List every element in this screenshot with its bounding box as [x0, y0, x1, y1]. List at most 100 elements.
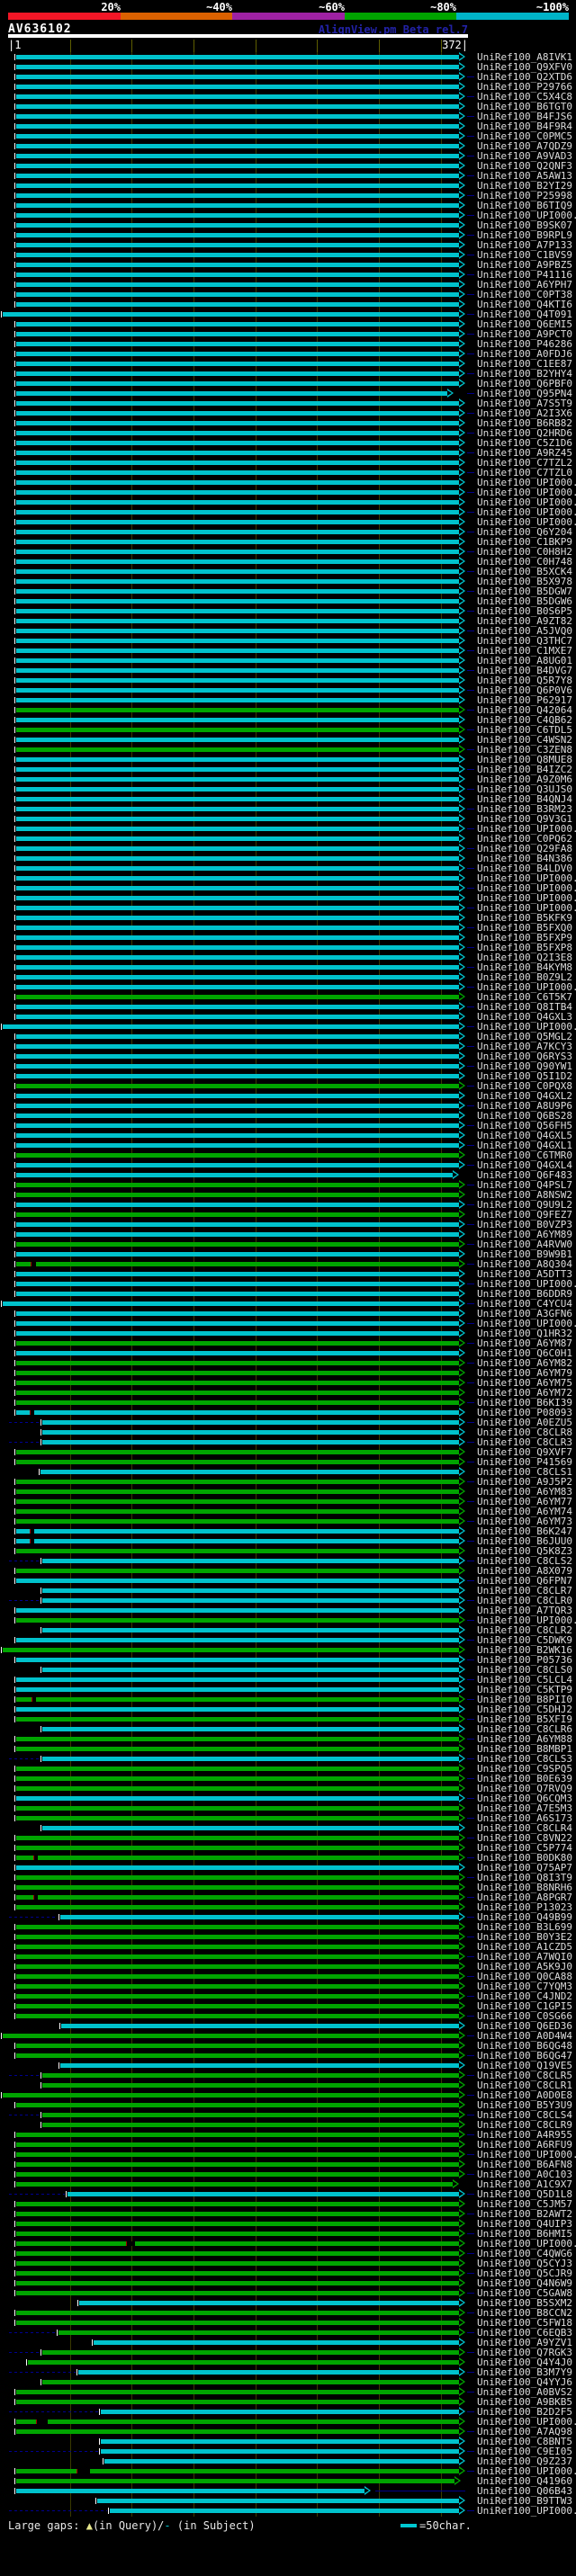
- alignment-bar[interactable]: [16, 846, 459, 851]
- alignment-bar[interactable]: [16, 1539, 459, 1543]
- alignment-bar[interactable]: [16, 223, 459, 228]
- alignment-bar[interactable]: [16, 2251, 459, 2256]
- alignment-bar[interactable]: [16, 253, 459, 257]
- alignment-bar[interactable]: [16, 114, 459, 119]
- alignment-bar[interactable]: [3, 2093, 459, 2097]
- alignment-bar[interactable]: [16, 1123, 459, 1128]
- alignment-bar[interactable]: [16, 1776, 459, 1781]
- alignment-bar[interactable]: [16, 678, 459, 683]
- alignment-bar[interactable]: [79, 2301, 459, 2305]
- alignment-bar[interactable]: [16, 441, 459, 445]
- alignment-bar[interactable]: [16, 1638, 459, 1642]
- alignment-bar[interactable]: [16, 480, 459, 485]
- alignment-bar[interactable]: [16, 2212, 459, 2216]
- alignment-bar[interactable]: [16, 193, 459, 198]
- alignment-bar[interactable]: [16, 906, 459, 910]
- alignment-bar[interactable]: [16, 1945, 459, 1949]
- alignment-bar[interactable]: [16, 154, 459, 158]
- alignment-bar[interactable]: [16, 1875, 459, 1880]
- alignment-bar[interactable]: [16, 2419, 459, 2424]
- alignment-bar[interactable]: [16, 955, 459, 960]
- alignment-bar[interactable]: [16, 1114, 459, 1118]
- alignment-bar[interactable]: [16, 1371, 459, 1375]
- alignment-bar[interactable]: [94, 2340, 459, 2345]
- alignment-bar[interactable]: [16, 1608, 459, 1613]
- alignment-bar[interactable]: [16, 1232, 459, 1237]
- alignment-bar[interactable]: [16, 94, 459, 99]
- alignment-bar[interactable]: [16, 1361, 459, 1365]
- alignment-bar[interactable]: [16, 203, 459, 208]
- alignment-bar[interactable]: [16, 965, 459, 970]
- alignment-bar[interactable]: [16, 2489, 364, 2493]
- alignment-bar[interactable]: [16, 263, 459, 267]
- alignment-bar[interactable]: [16, 1282, 459, 1286]
- alignment-bar[interactable]: [16, 1925, 459, 1929]
- alignment-bar[interactable]: [97, 2499, 459, 2503]
- alignment-bar[interactable]: [101, 2410, 459, 2414]
- alignment-bar[interactable]: [42, 1727, 459, 1731]
- alignment-bar[interactable]: [16, 599, 459, 604]
- alignment-bar[interactable]: [16, 1737, 459, 1741]
- alignment-bar[interactable]: [16, 1499, 459, 1504]
- alignment-bar[interactable]: [16, 2103, 459, 2107]
- alignment-bar[interactable]: [16, 1697, 459, 1702]
- alignment-bar[interactable]: [16, 1707, 459, 1712]
- alignment-bar[interactable]: [16, 213, 459, 218]
- alignment-bar[interactable]: [16, 777, 459, 782]
- alignment-bar[interactable]: [16, 1183, 459, 1187]
- alignment-bar[interactable]: [16, 2014, 459, 2018]
- alignment-bar[interactable]: [16, 2479, 454, 2483]
- alignment-bar[interactable]: [16, 1381, 459, 1385]
- alignment-bar[interactable]: [42, 1826, 459, 1830]
- alignment-bar[interactable]: [16, 1865, 459, 1870]
- alignment-bar[interactable]: [16, 2142, 459, 2147]
- alignment-bar[interactable]: [16, 1311, 459, 1316]
- alignment-bar[interactable]: [42, 2083, 459, 2088]
- alignment-bar[interactable]: [16, 164, 459, 168]
- alignment-bar[interactable]: [16, 1796, 459, 1801]
- alignment-bar[interactable]: [40, 1470, 459, 1474]
- alignment-bar[interactable]: [28, 2360, 459, 2365]
- alignment-bar[interactable]: [16, 876, 459, 881]
- alignment-bar[interactable]: [42, 1628, 459, 1632]
- alignment-bar[interactable]: [16, 945, 459, 950]
- alignment-bar[interactable]: [16, 1579, 459, 1583]
- alignment-bar[interactable]: [16, 1816, 459, 1820]
- alignment-bar[interactable]: [16, 1954, 459, 1959]
- alignment-bar[interactable]: [16, 1173, 453, 1177]
- alignment-bar[interactable]: [16, 916, 459, 920]
- alignment-bar[interactable]: [16, 1767, 459, 1771]
- alignment-bar[interactable]: [16, 1242, 459, 1247]
- alignment-bar[interactable]: [16, 836, 459, 841]
- alignment-bar[interactable]: [16, 144, 459, 148]
- alignment-bar[interactable]: [16, 2311, 459, 2315]
- alignment-bar[interactable]: [16, 1054, 459, 1059]
- alignment-bar[interactable]: [42, 2123, 459, 2127]
- alignment-bar[interactable]: [42, 1588, 459, 1593]
- alignment-bar[interactable]: [16, 1321, 459, 1326]
- alignment-bar[interactable]: [16, 688, 459, 693]
- alignment-bar[interactable]: [16, 827, 459, 831]
- alignment-bar[interactable]: [16, 1836, 459, 1840]
- alignment-bar[interactable]: [42, 1668, 459, 1672]
- alignment-bar[interactable]: [42, 1757, 459, 1761]
- alignment-bar[interactable]: [16, 401, 459, 406]
- alignment-bar[interactable]: [16, 856, 459, 861]
- alignment-bar[interactable]: [16, 243, 459, 247]
- alignment-bar[interactable]: [16, 668, 459, 673]
- alignment-bar[interactable]: [16, 2133, 459, 2137]
- alignment-bar[interactable]: [16, 1569, 459, 1573]
- alignment-bar[interactable]: [16, 65, 459, 69]
- alignment-bar[interactable]: [42, 1598, 459, 1603]
- alignment-bar[interactable]: [16, 2053, 459, 2058]
- alignment-bar[interactable]: [16, 2152, 459, 2157]
- alignment-bar[interactable]: [16, 1400, 459, 1405]
- alignment-bar[interactable]: [16, 1964, 459, 1969]
- alignment-bar[interactable]: [16, 500, 459, 505]
- alignment-bar[interactable]: [16, 2390, 459, 2394]
- alignment-bar[interactable]: [3, 1024, 459, 1029]
- alignment-bar[interactable]: [16, 540, 459, 544]
- alignment-bar[interactable]: [16, 1410, 459, 1415]
- alignment-bar[interactable]: [16, 1618, 459, 1623]
- alignment-bar[interactable]: [16, 1084, 459, 1088]
